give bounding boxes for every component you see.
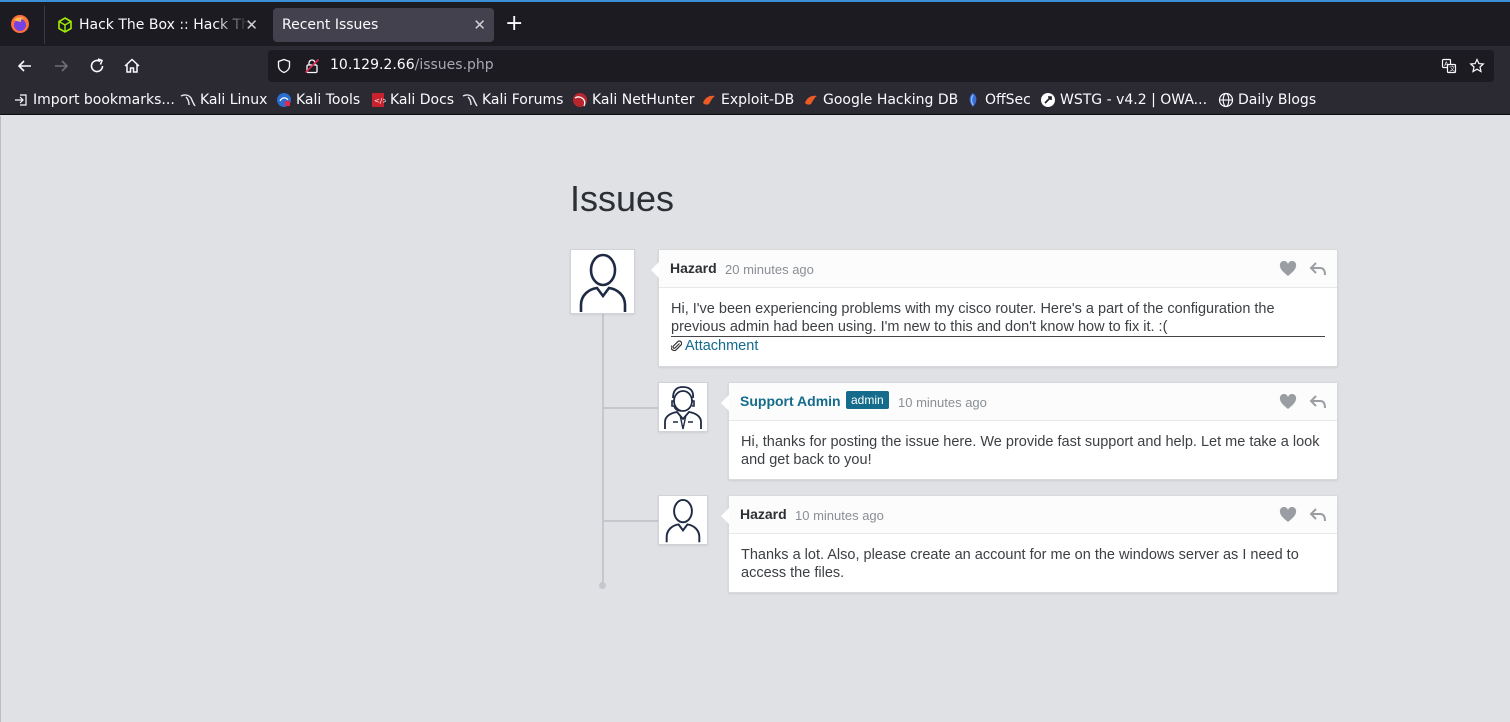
bookmark-kali-linux[interactable]: Kali Linux xyxy=(180,91,267,109)
bookmark-daily-blogs[interactable]: Daily Blogs xyxy=(1218,91,1316,109)
post-author[interactable]: Support Admin xyxy=(740,393,841,409)
bookmark-kali-nethunter[interactable]: Kali NetHunter xyxy=(572,91,694,109)
bookmark-kali-docs[interactable]: </> Kali Docs xyxy=(370,91,454,109)
bookmark-wstg[interactable]: WSTG - v4.2 | OWA... xyxy=(1040,91,1207,109)
kali-docs-icon: </> xyxy=(372,93,386,107)
import-icon xyxy=(15,94,27,106)
exploitdb-icon xyxy=(805,95,817,105)
post-author[interactable]: Hazard xyxy=(670,260,717,276)
post-header: Support Admin admin 10 minutes ago xyxy=(729,383,1337,421)
bookmark-label: OffSec xyxy=(985,92,1031,108)
bookmark-label: Exploit-DB xyxy=(721,92,795,108)
post-body: Thanks a lot. Also, please create an acc… xyxy=(741,547,1299,581)
attachment-label[interactable]: Attachment xyxy=(685,338,758,354)
bookmark-label: Kali Tools xyxy=(296,92,361,108)
post-author[interactable]: Hazard xyxy=(740,506,787,522)
paperclip-icon xyxy=(671,340,682,352)
thread-end-dot xyxy=(599,582,606,589)
tab-recent-issues[interactable]: Recent Issues ✕ xyxy=(273,8,494,42)
admin-badge: admin xyxy=(846,391,889,409)
reload-icon[interactable] xyxy=(87,56,107,76)
tab-title: Recent Issues xyxy=(282,17,379,33)
bookmark-label: Kali NetHunter xyxy=(592,92,695,108)
tab-title: Hack The Box :: Hack The Box xyxy=(79,17,249,33)
bookmark-kali-forums[interactable]: Kali Forums xyxy=(462,91,563,109)
close-tab-icon[interactable]: ✕ xyxy=(473,16,486,34)
hackthebox-favicon-icon xyxy=(58,17,72,33)
post-header: Hazard 10 minutes ago xyxy=(729,496,1337,534)
bookmark-label: Kali Forums xyxy=(482,92,564,108)
url-path: /issues.php xyxy=(414,57,494,73)
shield-icon[interactable] xyxy=(276,58,292,74)
post-time: 20 minutes ago xyxy=(725,262,814,277)
home-icon[interactable] xyxy=(122,56,142,76)
post-body: Hi, I've been experiencing problems with… xyxy=(671,300,1325,337)
thread-branch xyxy=(603,520,658,522)
offsec-icon xyxy=(969,93,977,107)
firefox-logo-icon[interactable] xyxy=(10,14,30,34)
url-bar[interactable]: 10.129.2.66/issues.php A 文 xyxy=(268,50,1494,82)
issue-post: Hazard 20 minutes ago Hi, I've been expe… xyxy=(651,249,1338,367)
user-avatar-icon xyxy=(579,253,626,312)
avatar[interactable] xyxy=(658,382,708,432)
bookmark-label: Import bookmarks... xyxy=(33,92,175,108)
bookmark-star-icon[interactable] xyxy=(1469,58,1485,74)
bookmark-label: Daily Blogs xyxy=(1238,92,1317,108)
kali-dragon-icon xyxy=(462,94,478,107)
bookmark-label: WSTG - v4.2 | OWA... xyxy=(1060,92,1208,108)
tab-hackthebox[interactable]: Hack The Box :: Hack The Box ✕ xyxy=(44,6,266,44)
post-body: Hi, thanks for posting the issue here. W… xyxy=(741,434,1320,468)
translate-icon[interactable]: A 文 xyxy=(1441,58,1457,74)
post-time: 10 minutes ago xyxy=(898,395,987,410)
forward-arrow-icon[interactable] xyxy=(51,56,71,76)
like-heart-icon[interactable] xyxy=(1279,261,1297,277)
user-avatar-icon xyxy=(665,499,701,543)
navigation-toolbar: 10.129.2.66/issues.php A 文 xyxy=(0,46,1510,86)
bookmark-offsec[interactable]: OffSec xyxy=(965,91,1031,109)
reply-post: Hazard 10 minutes ago Thanks a lot. Also… xyxy=(721,495,1338,593)
bookmark-kali-tools[interactable]: Kali Tools xyxy=(276,91,360,109)
svg-text:文: 文 xyxy=(1449,65,1455,73)
kali-dragon-icon xyxy=(180,94,196,107)
like-heart-icon[interactable] xyxy=(1279,507,1297,523)
close-tab-icon[interactable]: ✕ xyxy=(245,16,258,34)
avatar[interactable] xyxy=(658,495,708,545)
bookmark-import[interactable]: Import bookmarks... xyxy=(13,91,175,109)
reply-post: Support Admin admin 10 minutes ago Hi, t… xyxy=(721,382,1338,480)
kali-tools-icon xyxy=(277,93,291,107)
thread-branch xyxy=(603,407,658,409)
globe-icon xyxy=(1218,92,1234,108)
bookmark-label: Kali Docs xyxy=(390,92,455,108)
bookmark-label: Google Hacking DB xyxy=(823,92,959,108)
support-agent-avatar-icon xyxy=(664,386,702,430)
attachment-link[interactable]: Attachment xyxy=(671,338,758,354)
svg-text:</>: </> xyxy=(374,97,386,105)
avatar[interactable] xyxy=(570,249,635,314)
thread-line xyxy=(602,314,604,584)
new-tab-plus-icon[interactable]: + xyxy=(505,13,523,35)
post-header: Hazard 20 minutes ago xyxy=(659,250,1337,288)
post-time: 10 minutes ago xyxy=(795,508,884,523)
insecure-lock-icon[interactable] xyxy=(304,58,320,74)
page-content: Issues Hazard 20 minutes ago Hi, I've be… xyxy=(0,116,1510,722)
tab-bar: Hack The Box :: Hack The Box ✕ Recent Is… xyxy=(0,0,1510,46)
bookmark-google-hacking-db[interactable]: Google Hacking DB xyxy=(803,91,958,109)
exploitdb-icon xyxy=(703,95,715,105)
back-arrow-icon[interactable] xyxy=(15,56,35,76)
reply-arrow-icon[interactable] xyxy=(1309,394,1327,410)
reply-arrow-icon[interactable] xyxy=(1309,507,1327,523)
url-text[interactable]: 10.129.2.66/issues.php xyxy=(330,57,494,73)
nethunter-icon xyxy=(573,93,587,107)
owasp-icon xyxy=(1041,93,1055,107)
like-heart-icon[interactable] xyxy=(1279,394,1297,410)
page-title: Issues xyxy=(570,178,675,219)
bookmark-label: Kali Linux xyxy=(200,92,268,108)
bookmark-exploit-db[interactable]: Exploit-DB xyxy=(701,91,794,109)
reply-arrow-icon[interactable] xyxy=(1309,261,1327,277)
bookmarks-toolbar: Import bookmarks... Kali Linux Kali Tool… xyxy=(0,86,1510,115)
url-host: 10.129.2.66 xyxy=(330,57,415,73)
